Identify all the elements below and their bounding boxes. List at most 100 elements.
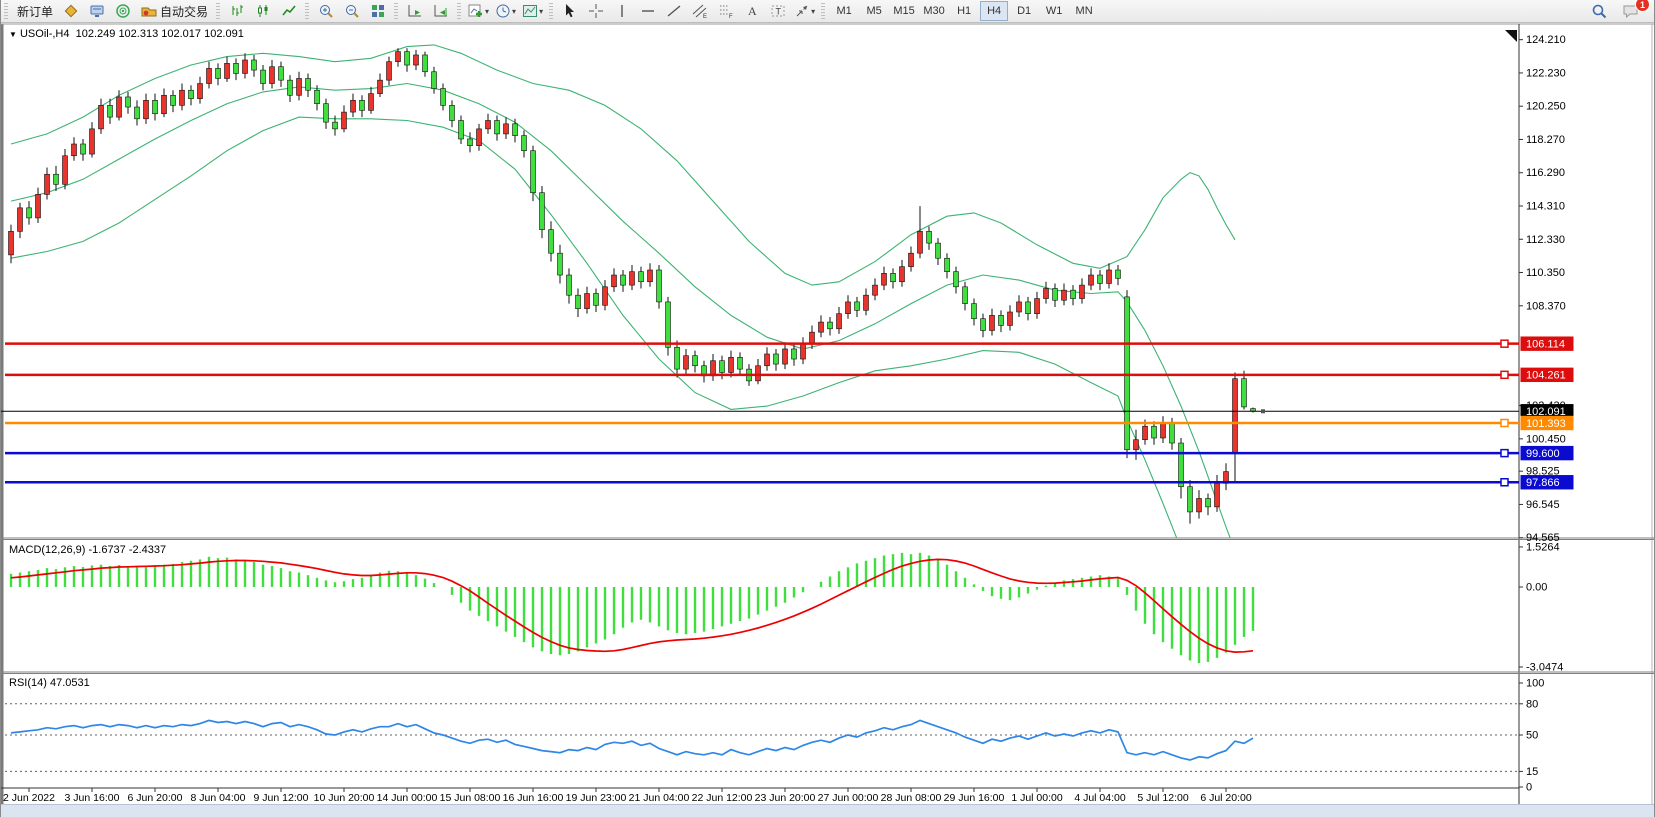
candle [81, 144, 86, 154]
candle [756, 366, 761, 381]
periods-icon[interactable]: ▾ [492, 0, 519, 22]
indicators-icon[interactable]: ▾ [465, 0, 492, 22]
autotrade-button[interactable]: 自动交易 [136, 0, 213, 22]
text-icon[interactable]: A [739, 0, 765, 22]
candle [909, 253, 914, 266]
candle [324, 104, 329, 122]
candle [225, 63, 230, 78]
chart-canvas[interactable]: 124.210122.230120.250118.270116.290114.3… [1, 0, 1655, 817]
price-tick-label: 112.330 [1526, 234, 1565, 246]
price-tick-label: 118.270 [1526, 134, 1565, 146]
search-icon[interactable] [1586, 0, 1612, 22]
time-tick-label: 4 Jul 04:00 [1074, 792, 1126, 804]
candle [801, 344, 806, 359]
auto-scroll-icon[interactable] [402, 0, 428, 22]
templates-icon[interactable]: ▾ [519, 0, 546, 22]
candle [252, 60, 257, 70]
toolbar-grip[interactable] [216, 3, 220, 19]
candle [387, 62, 392, 80]
price-tick-label: 120.250 [1526, 101, 1566, 113]
equidistant-channel-icon[interactable]: E [687, 0, 713, 22]
candle [468, 139, 473, 146]
toolbar-grip[interactable] [821, 3, 825, 19]
candle [1062, 290, 1067, 300]
candle [1071, 290, 1076, 298]
time-tick-label: 21 Jun 04:00 [629, 792, 690, 804]
price-tick-label: 110.350 [1526, 267, 1565, 279]
zoom-in-icon[interactable] [313, 0, 339, 22]
cursor-icon[interactable] [557, 0, 583, 22]
rsi-value: 47.0531 [50, 677, 90, 689]
toolbar-grip[interactable] [305, 3, 309, 19]
last-price-marker [1261, 409, 1265, 413]
signal-icon[interactable] [110, 0, 136, 22]
price-tick-label: 108.370 [1526, 300, 1566, 312]
collapse-indicators-icon[interactable]: ▼ [9, 30, 17, 39]
line-handle[interactable] [1501, 340, 1508, 347]
candle [900, 267, 905, 282]
vertical-line-icon[interactable] [609, 0, 635, 22]
arrows-icon[interactable]: ▾ [791, 0, 818, 22]
timeframe-h1[interactable]: H1 [950, 1, 978, 21]
timeframe-m5[interactable]: M5 [860, 1, 888, 21]
candle [729, 357, 734, 372]
toolbar-grip[interactable] [549, 3, 553, 19]
candle [36, 194, 41, 218]
chat-icon[interactable]: 1 [1618, 0, 1644, 22]
candle [423, 55, 428, 72]
timeframe-w1[interactable]: W1 [1040, 1, 1068, 21]
timeframe-d1[interactable]: D1 [1010, 1, 1038, 21]
timeframe-m1[interactable]: M1 [830, 1, 858, 21]
price-tick-label: 122.230 [1526, 67, 1566, 79]
tile-windows-icon[interactable] [365, 0, 391, 22]
macd-label[interactable]: MACD(12,26,9) -1.6737 -2.4337 [9, 544, 166, 556]
candle [774, 354, 779, 364]
candle [198, 84, 203, 99]
timeframe-h4[interactable]: H4 [980, 1, 1008, 21]
toolbar-grip[interactable] [4, 3, 8, 19]
candle [405, 52, 410, 65]
zoom-group [313, 0, 391, 22]
candle [495, 120, 500, 133]
line-handle[interactable] [1501, 371, 1508, 378]
timeframe-m30[interactable]: M30 [920, 1, 948, 21]
candle [1242, 379, 1247, 407]
toolbar-grip[interactable] [394, 3, 398, 19]
rsi-label[interactable]: RSI(14) 47.0531 [9, 677, 90, 689]
candle [1080, 285, 1085, 298]
candle [864, 295, 869, 310]
time-tick-label: 29 Jun 16:00 [944, 792, 1005, 804]
line-chart-icon[interactable] [276, 0, 302, 22]
bar-chart-icon[interactable] [224, 0, 250, 22]
fibonacci-icon[interactable]: F [713, 0, 739, 22]
candle [144, 100, 149, 118]
candle [234, 63, 239, 73]
chevron-down-icon: ▾ [485, 7, 489, 16]
candle [1134, 440, 1139, 450]
text-label-icon[interactable]: T [765, 0, 791, 22]
trendline-icon[interactable] [661, 0, 687, 22]
chevron-down-icon: ▾ [512, 7, 516, 16]
line-handle[interactable] [1501, 419, 1508, 426]
toolbar-grip[interactable] [457, 3, 461, 19]
horizontal-line-icon[interactable] [635, 0, 661, 22]
candlestick-icon[interactable] [250, 0, 276, 22]
candle [27, 208, 32, 218]
candle [819, 322, 824, 332]
chart-shift-icon[interactable] [428, 0, 454, 22]
crosshair-icon[interactable] [583, 0, 609, 22]
zoom-out-icon[interactable] [339, 0, 365, 22]
rsi-tick-label: 15 [1526, 766, 1538, 778]
quotes-icon[interactable] [58, 0, 84, 22]
chat-badge: 1 [1635, 0, 1650, 12]
new-order-button[interactable]: 新订单 [12, 0, 58, 22]
window-bottom-strip [1, 804, 1654, 817]
chart-title[interactable]: ▼ USOil-,H4 102.249 102.313 102.017 102.… [9, 28, 244, 40]
line-handle[interactable] [1501, 450, 1508, 457]
timeframe-m15[interactable]: M15 [890, 1, 918, 21]
timeframe-mn[interactable]: MN [1070, 1, 1098, 21]
line-handle[interactable] [1501, 479, 1508, 486]
time-tick-label: 5 Jul 12:00 [1137, 792, 1189, 804]
market-watch-icon[interactable] [84, 0, 110, 22]
time-tick-label: 10 Jun 20:00 [314, 792, 375, 804]
